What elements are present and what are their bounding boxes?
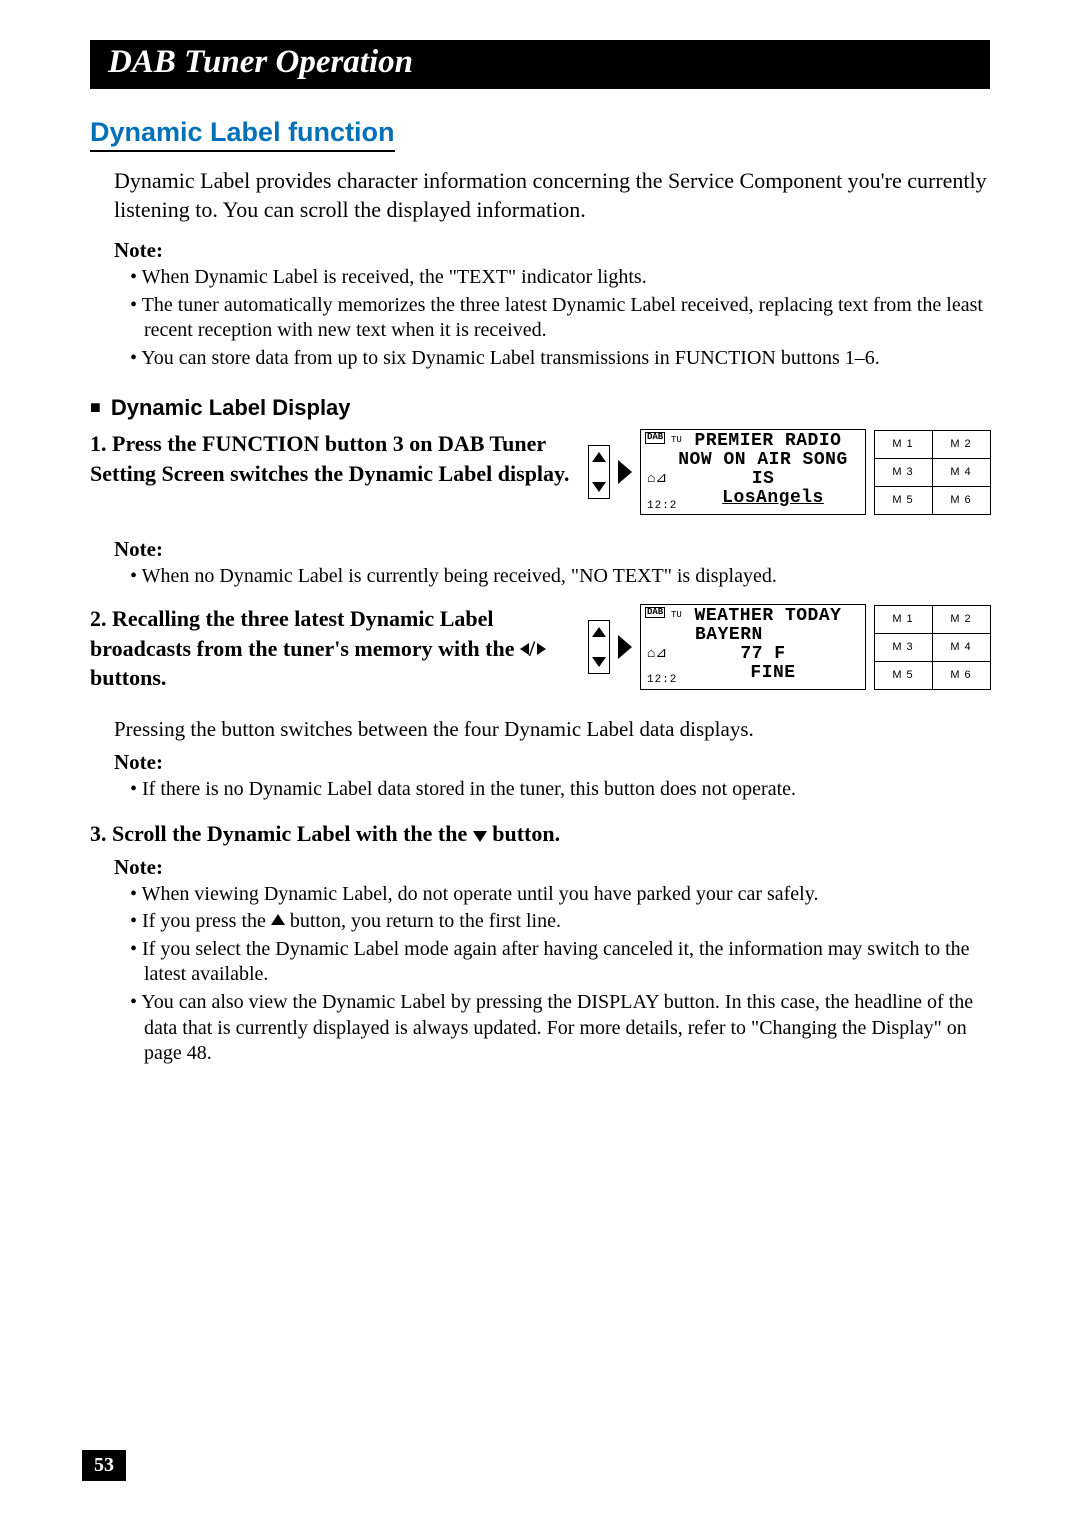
step3-notes: When viewing Dynamic Label, do not opera… xyxy=(130,882,990,1067)
preset-button[interactable]: M 5 xyxy=(874,661,933,690)
step-2: 2. Recalling the three latest Dynamic La… xyxy=(90,604,570,693)
note-label: Note: xyxy=(114,238,990,263)
note-label: Note: xyxy=(114,855,990,880)
intro-text: Dynamic Label provides character informa… xyxy=(114,166,990,224)
display-illustration-2: DAB TU ⌂⊿ 12:2 WEATHER TODAY BAYERN 77 F… xyxy=(588,604,990,690)
step-1: 1. Press the FUNCTION button 3 on DAB Tu… xyxy=(90,429,570,488)
lcd-screen: DAB TU ⌂⊿ 12:2 PREMIER RADIO NOW ON AIR … xyxy=(640,429,866,515)
display-illustration-1: DAB TU ⌂⊿ 12:2 PREMIER RADIO NOW ON AIR … xyxy=(588,429,990,515)
preset-button[interactable]: M 5 xyxy=(874,486,933,515)
preset-button[interactable]: M 4 xyxy=(932,633,991,662)
nav-arrows-icon xyxy=(588,620,610,674)
play-icon xyxy=(618,635,632,659)
note-item: If you press the button, you return to t… xyxy=(130,909,990,935)
note-item: You can also view the Dynamic Label by p… xyxy=(130,990,990,1067)
step2-notes: If there is no Dynamic Label data stored… xyxy=(130,777,990,803)
step-3: 3. Scroll the Dynamic Label with the the… xyxy=(90,821,990,847)
preset-button[interactable]: M 2 xyxy=(932,430,991,459)
note-item: When viewing Dynamic Label, do not opera… xyxy=(130,882,990,908)
preset-button[interactable]: M 1 xyxy=(874,605,933,634)
preset-grid: M 1 M 2 M 3 M 4 M 5 M 6 xyxy=(874,605,990,689)
section-title: Dynamic Label function xyxy=(90,117,395,152)
note-item: You can store data from up to six Dynami… xyxy=(130,346,990,372)
chapter-title: DAB Tuner Operation xyxy=(90,40,990,89)
up-arrow-icon xyxy=(271,910,285,932)
preset-button[interactable]: M 6 xyxy=(932,661,991,690)
intro-notes: When Dynamic Label is received, the "TEX… xyxy=(130,265,990,371)
play-icon xyxy=(618,460,632,484)
note-item: If you select the Dynamic Label mode aga… xyxy=(130,937,990,988)
note-item: When no Dynamic Label is currently being… xyxy=(130,564,990,590)
down-arrow-icon xyxy=(473,821,487,846)
preset-button[interactable]: M 4 xyxy=(932,458,991,487)
step2-followup: Pressing the button switches between the… xyxy=(114,717,990,742)
lcd-screen: DAB TU ⌂⊿ 12:2 WEATHER TODAY BAYERN 77 F… xyxy=(640,604,866,690)
preset-button[interactable]: M 2 xyxy=(932,605,991,634)
preset-button[interactable]: M 6 xyxy=(932,486,991,515)
preset-grid: M 1 M 2 M 3 M 4 M 5 M 6 xyxy=(874,430,990,514)
note-item: If there is no Dynamic Label data stored… xyxy=(130,777,990,803)
preset-button[interactable]: M 1 xyxy=(874,430,933,459)
preset-button[interactable]: M 3 xyxy=(874,633,933,662)
step1-notes: When no Dynamic Label is currently being… xyxy=(130,564,990,590)
page-number: 53 xyxy=(82,1450,126,1481)
note-item: The tuner automatically memorizes the th… xyxy=(130,293,990,344)
sub-heading: ■Dynamic Label Display xyxy=(90,395,990,421)
preset-button[interactable]: M 3 xyxy=(874,458,933,487)
note-label: Note: xyxy=(114,750,990,775)
note-item: When Dynamic Label is received, the "TEX… xyxy=(130,265,990,291)
left-right-arrow-icon: / xyxy=(520,636,546,661)
note-label: Note: xyxy=(114,537,990,562)
nav-arrows-icon xyxy=(588,445,610,499)
